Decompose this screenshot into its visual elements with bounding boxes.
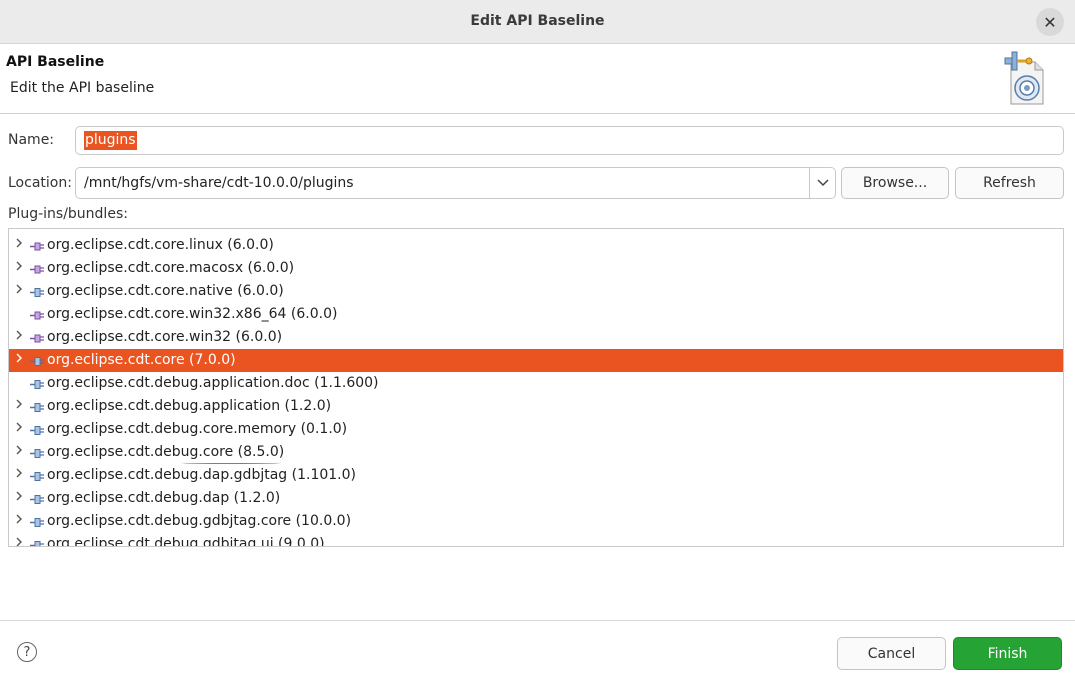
tree-row-label: org.eclipse.cdt.debug.gdbjtag.core (10.0… bbox=[47, 513, 352, 529]
chevron-right-icon[interactable] bbox=[15, 536, 25, 546]
plugin-icon bbox=[29, 378, 47, 389]
tree-row[interactable]: org.eclipse.cdt.debug.application.doc (1… bbox=[9, 372, 1063, 395]
fragment-icon bbox=[29, 263, 47, 274]
tree-row[interactable]: org.eclipse.cdt.debug.core.memory (0.1.0… bbox=[9, 418, 1063, 441]
plugin-icon bbox=[29, 424, 47, 435]
tree-row[interactable]: org.eclipse.cdt.core.native (6.0.0) bbox=[9, 280, 1063, 303]
close-icon: ✕ bbox=[1043, 12, 1057, 32]
plugin-icon bbox=[29, 493, 47, 504]
tree-row-label: org.eclipse.cdt.debug.core.memory (0.1.0… bbox=[47, 421, 348, 437]
chevron-right-icon[interactable] bbox=[15, 260, 25, 275]
tree-row-label: org.eclipse.cdt.debug.application (1.2.0… bbox=[47, 398, 332, 414]
tree-row[interactable]: org.eclipse.cdt.debug.application (1.2.0… bbox=[9, 395, 1063, 418]
tree-row-label: org.eclipse.cdt.core.win32.x86_64 (6.0.0… bbox=[47, 306, 338, 322]
tree-row[interactable]: org.eclipse.cdt.core.win32 (6.0.0) bbox=[9, 326, 1063, 349]
name-value: plugins bbox=[84, 131, 137, 150]
tree-row[interactable]: org.eclipse.cdt.debug.core (8.5.0) bbox=[9, 441, 1063, 464]
chevron-right-icon[interactable] bbox=[15, 329, 25, 344]
plugin-icon bbox=[29, 401, 47, 412]
tree-row-label: org.eclipse.cdt.debug.core (8.5.0) bbox=[47, 444, 285, 460]
api-baseline-wizard-icon bbox=[1004, 51, 1044, 105]
chevron-right-icon[interactable] bbox=[15, 237, 25, 252]
chevron-right-icon[interactable] bbox=[15, 467, 25, 482]
name-field[interactable]: plugins bbox=[75, 126, 1064, 155]
tree-row-label: org.eclipse.cdt.core.linux (6.0.0) bbox=[47, 237, 274, 253]
tree-row-label: org.eclipse.cdt.core.native (6.0.0) bbox=[47, 283, 284, 299]
bundles-label: Plug-ins/bundles: bbox=[8, 206, 128, 222]
plugin-icon bbox=[29, 355, 47, 366]
plugin-icon bbox=[29, 286, 47, 297]
spellcheck-underline bbox=[181, 461, 281, 464]
tree-row[interactable]: org.eclipse.cdt.core.win32.x86_64 (6.0.0… bbox=[9, 303, 1063, 326]
dialog-footer: ? Cancel Finish bbox=[0, 620, 1075, 685]
name-label: Name: bbox=[8, 132, 55, 148]
plugin-icon bbox=[29, 539, 47, 546]
window-title: Edit API Baseline bbox=[470, 13, 605, 29]
chevron-right-icon[interactable] bbox=[15, 444, 25, 459]
location-value: /mnt/hgfs/vm-share/cdt-10.0.0/plugins bbox=[84, 175, 354, 191]
chevron-right-icon[interactable] bbox=[15, 398, 25, 413]
tree-row[interactable]: org.eclipse.cdt.debug.dap (1.2.0) bbox=[9, 487, 1063, 510]
spellcheck-underline bbox=[149, 369, 251, 372]
fragment-icon bbox=[29, 240, 47, 251]
refresh-button[interactable]: Refresh bbox=[955, 167, 1064, 199]
tree-row-label: org.eclipse.cdt.debug.dap (1.2.0) bbox=[47, 490, 281, 506]
plugin-icon bbox=[29, 470, 47, 481]
chevron-right-icon[interactable] bbox=[15, 513, 25, 528]
fragment-icon bbox=[29, 332, 47, 343]
location-combo[interactable]: /mnt/hgfs/vm-share/cdt-10.0.0/plugins bbox=[75, 167, 836, 199]
tree-row[interactable]: org.eclipse.cdt.debug.dap.gdbjtag (1.101… bbox=[9, 464, 1063, 487]
title-bar: Edit API Baseline ✕ bbox=[0, 0, 1075, 44]
tree-row-label: org.eclipse.cdt.core.macosx (6.0.0) bbox=[47, 260, 295, 276]
tree-row-label: org.eclipse.cdt.core (7.0.0) bbox=[47, 352, 236, 368]
page-title: API Baseline bbox=[6, 54, 105, 70]
fragment-icon bbox=[29, 309, 47, 320]
cancel-button[interactable]: Cancel bbox=[837, 637, 946, 670]
chevron-right-icon[interactable] bbox=[15, 490, 25, 505]
chevron-down-icon[interactable] bbox=[809, 168, 835, 198]
tree-row[interactable]: org.eclipse.cdt.debug.gdbjtag.ui (9.0.0) bbox=[9, 533, 1063, 547]
finish-button[interactable]: Finish bbox=[953, 637, 1062, 670]
wizard-header: API Baseline Edit the API baseline bbox=[0, 44, 1075, 114]
help-icon: ? bbox=[23, 644, 31, 660]
help-button[interactable]: ? bbox=[17, 642, 37, 662]
chevron-right-icon[interactable] bbox=[15, 283, 25, 298]
location-label: Location: bbox=[8, 175, 72, 191]
close-button[interactable]: ✕ bbox=[1036, 8, 1064, 36]
chevron-right-icon[interactable] bbox=[15, 421, 25, 436]
browse-button[interactable]: Browse... bbox=[841, 167, 949, 199]
tree-row-label: org.eclipse.cdt.debug.dap.gdbjtag (1.101… bbox=[47, 467, 356, 483]
bundles-tree[interactable]: org.eclipse.cdt.core.linux (6.0.0) org.ec… bbox=[8, 228, 1064, 547]
tree-row[interactable]: org.eclipse.cdt.core.macosx (6.0.0) bbox=[9, 257, 1063, 280]
plugin-icon bbox=[29, 516, 47, 527]
tree-row-label: org.eclipse.cdt.debug.gdbjtag.ui (9.0.0) bbox=[47, 536, 325, 547]
plugin-icon bbox=[29, 447, 47, 458]
page-description: Edit the API baseline bbox=[10, 80, 155, 96]
tree-row-label: org.eclipse.cdt.core.win32 (6.0.0) bbox=[47, 329, 283, 345]
tree-row[interactable]: org.eclipse.cdt.debug.gdbjtag.core (10.0… bbox=[9, 510, 1063, 533]
tree-row-label: org.eclipse.cdt.debug.application.doc (1… bbox=[47, 375, 379, 391]
tree-row[interactable]: org.eclipse.cdt.core.linux (6.0.0) bbox=[9, 234, 1063, 257]
chevron-right-icon[interactable] bbox=[15, 352, 25, 367]
